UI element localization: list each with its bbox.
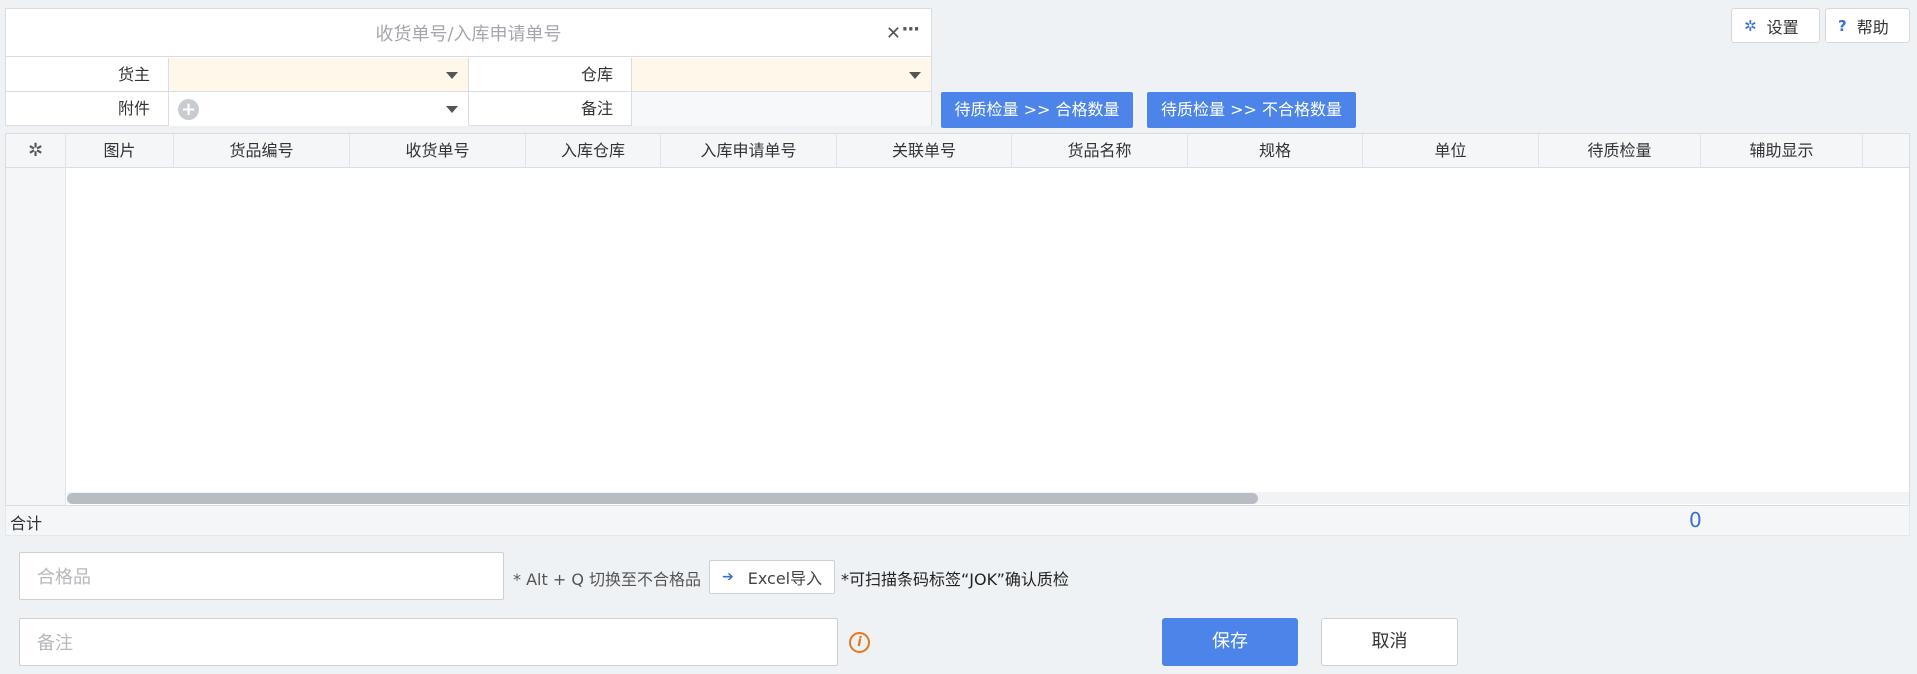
owner-label: 货主 — [6, 58, 169, 91]
form-row-owner-warehouse: 货主 仓库 — [6, 58, 931, 92]
owner-select[interactable] — [169, 58, 469, 91]
header-form: 收货单号/入库申请单号 ✕ ··· 货主 仓库 附件 + 备注 — [5, 8, 932, 126]
column-settings-icon[interactable]: ✲ — [6, 134, 66, 168]
switch-hint: * Alt + Q 切换至不合格品 — [513, 570, 702, 589]
total-label: 合计 — [10, 514, 43, 533]
save-button[interactable]: 保存 — [1162, 618, 1298, 666]
more-icon[interactable]: ··· — [901, 19, 919, 40]
form-row-attachment-remark: 附件 + 备注 — [6, 92, 931, 126]
row-index-column — [6, 168, 66, 505]
chevron-down-icon[interactable] — [446, 106, 458, 113]
total-value: 0 — [1689, 508, 1702, 532]
help-icon: ? — [1838, 16, 1847, 35]
remark-label: 备注 — [469, 92, 632, 126]
column-header[interactable]: 待质检量 — [1539, 134, 1701, 168]
help-label: 帮助 — [1856, 17, 1889, 37]
inspection-grid: ✲ 图片 货品编号 收货单号 入库仓库 入库申请单号 关联单号 货品名称 规格 … — [5, 133, 1910, 506]
settings-button[interactable]: ✲ 设置 — [1731, 8, 1820, 43]
chevron-down-icon[interactable] — [909, 72, 921, 79]
remark-input-placeholder: 备注 — [37, 633, 73, 654]
column-header[interactable]: 收货单号 — [350, 134, 526, 168]
to-qualified-button[interactable]: 待质检量 >> 合格数量 — [941, 92, 1133, 128]
order-search-field[interactable]: 收货单号/入库申请单号 ✕ ··· — [6, 9, 931, 57]
column-header[interactable]: 货品编号 — [174, 134, 350, 168]
attachment-label: 附件 — [6, 92, 169, 126]
horizontal-scrollbar-thumb[interactable] — [67, 493, 1258, 504]
remark-input[interactable]: 备注 — [19, 618, 838, 666]
qualified-input-placeholder: 合格品 — [37, 567, 91, 588]
info-icon[interactable]: i — [849, 632, 870, 653]
grid-header: ✲ 图片 货品编号 收货单号 入库仓库 入库申请单号 关联单号 货品名称 规格 … — [6, 134, 1909, 168]
remark-header-field[interactable] — [632, 92, 931, 126]
column-header[interactable]: 图片 — [66, 134, 174, 168]
add-attachment-icon[interactable]: + — [178, 99, 199, 120]
column-header[interactable]: 入库仓库 — [526, 134, 661, 168]
warehouse-label: 仓库 — [469, 58, 632, 91]
gear-icon: ✲ — [1744, 16, 1757, 35]
cancel-button[interactable]: 取消 — [1321, 618, 1458, 666]
column-header[interactable]: 入库申请单号 — [661, 134, 837, 168]
close-icon[interactable]: ✕ — [886, 23, 901, 44]
column-header[interactable]: 货品名称 — [1012, 134, 1188, 168]
chevron-down-icon[interactable] — [446, 72, 458, 79]
column-header[interactable]: 单位 — [1363, 134, 1539, 168]
to-unqualified-button[interactable]: 待质检量 >> 不合格数量 — [1147, 92, 1356, 128]
settings-label: 设置 — [1766, 17, 1799, 37]
import-icon: ➔ — [722, 569, 734, 585]
order-search-placeholder: 收货单号/入库申请单号 — [375, 23, 562, 45]
total-row: 合计 0 — [5, 506, 1910, 536]
warehouse-select[interactable] — [632, 58, 931, 91]
scan-hint: *可扫描条码标签“JOK”确认质检 — [841, 570, 1069, 589]
attachment-select[interactable]: + — [169, 92, 469, 126]
excel-import-button[interactable]: ➔ Excel导入 — [709, 560, 835, 594]
qualified-input[interactable]: 合格品 — [19, 552, 504, 600]
help-button[interactable]: ? 帮助 — [1825, 8, 1910, 43]
column-header[interactable]: 规格 — [1188, 134, 1363, 168]
column-header[interactable]: 关联单号 — [837, 134, 1012, 168]
column-header[interactable]: 辅助显示 — [1701, 134, 1863, 168]
excel-import-label: Excel导入 — [747, 569, 823, 588]
